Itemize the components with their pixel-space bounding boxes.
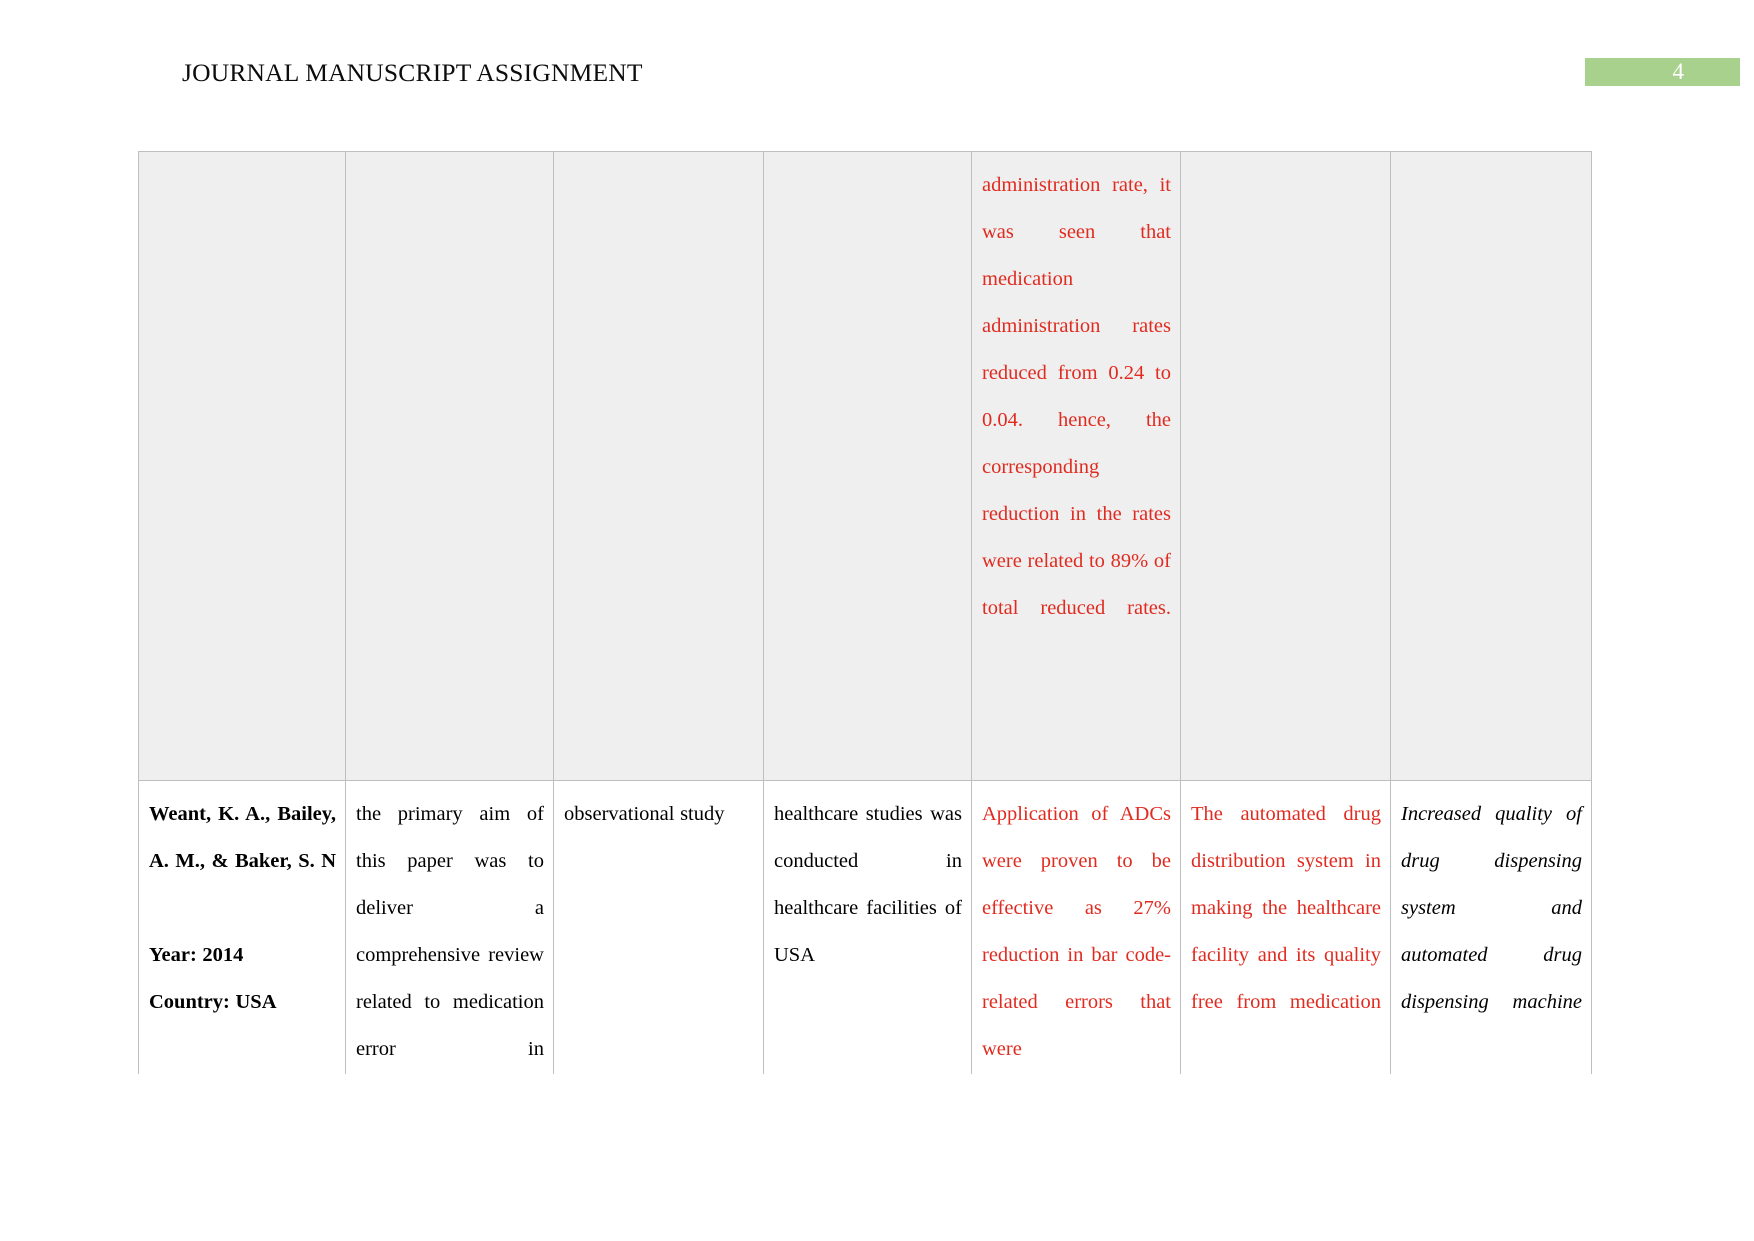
cell-citation-continued bbox=[138, 151, 346, 781]
page-number-badge: 4 bbox=[1585, 58, 1740, 86]
cell-text: Application of ADCs were proven to be ef… bbox=[982, 803, 1171, 1060]
cell-findings-continued: administration rate, it was seen that me… bbox=[971, 151, 1181, 781]
cell-year: Year: 2014 bbox=[149, 944, 244, 966]
cell-design-continued bbox=[553, 151, 764, 781]
cell-authors: Weant, K. A., Bailey, A. M., & Baker, S.… bbox=[149, 803, 336, 872]
cell-text bbox=[1191, 162, 1381, 209]
cell-aim-continued bbox=[345, 151, 554, 781]
page-number: 4 bbox=[1672, 59, 1685, 84]
cell-text: Increased quality of drug dispensing sys… bbox=[1401, 803, 1582, 1013]
cell-text bbox=[1401, 162, 1582, 209]
page-bottom-margin bbox=[0, 1074, 1754, 1241]
cell-conclusion-continued bbox=[1180, 151, 1391, 781]
table-row: administration rate, it was seen that me… bbox=[138, 151, 1592, 781]
cell-setting-continued bbox=[763, 151, 972, 781]
cell-text bbox=[149, 162, 336, 209]
cell-text: the primary aim of this paper was to del… bbox=[356, 803, 544, 1060]
cell-text bbox=[564, 162, 754, 209]
cell-outcome-continued bbox=[1390, 151, 1592, 781]
cell-text: The automated drug distribution system i… bbox=[1191, 803, 1381, 1013]
cell-country: Country: USA bbox=[149, 991, 277, 1013]
page-title: JOURNAL MANUSCRIPT ASSIGNMENT bbox=[182, 58, 643, 87]
cell-text bbox=[774, 162, 962, 209]
cell-text bbox=[356, 162, 544, 209]
research-matrix-table: administration rate, it was seen that me… bbox=[138, 151, 1592, 1131]
cell-text: healthcare studies was conducted in heal… bbox=[774, 803, 962, 966]
page-header: JOURNAL MANUSCRIPT ASSIGNMENT 4 bbox=[0, 0, 1754, 120]
cell-text: administration rate, it was seen that me… bbox=[982, 174, 1171, 619]
cell-text: observational study bbox=[564, 803, 725, 825]
